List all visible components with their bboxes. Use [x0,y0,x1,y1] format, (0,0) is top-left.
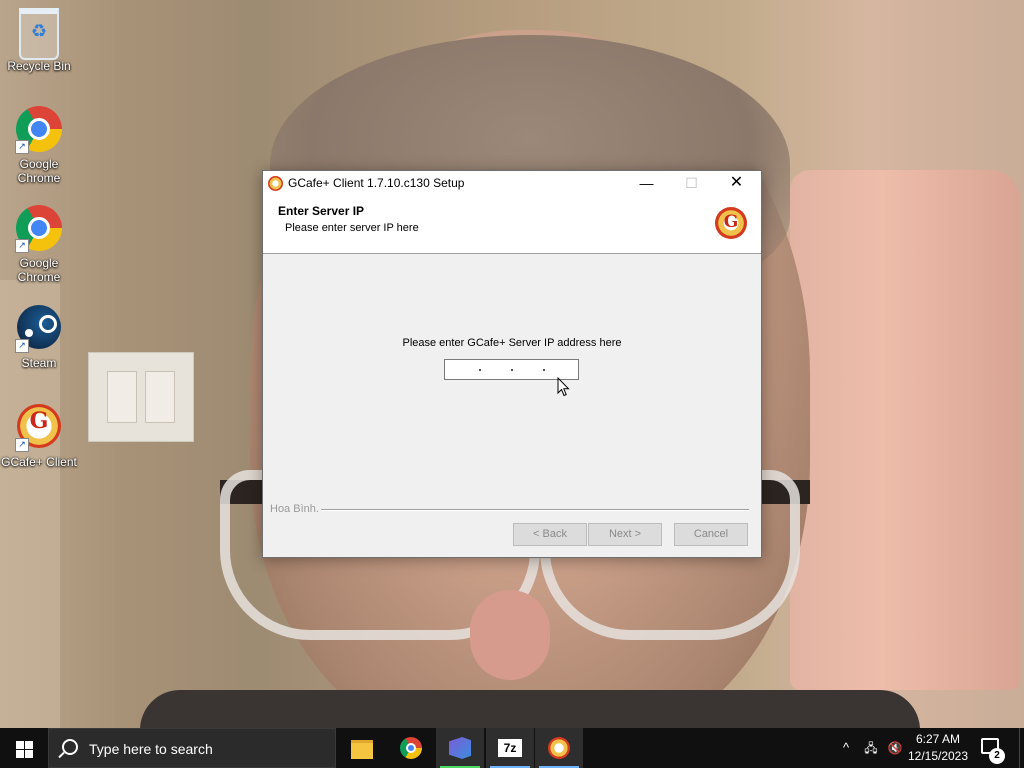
title-bar[interactable]: GCafe+ Client 1.7.10.c130 Setup — ☐ ✕ [263,171,761,195]
back-button[interactable]: < Back [513,523,587,546]
taskbar-search-box[interactable]: Type here to search [48,728,336,768]
show-desktop-button[interactable] [1019,728,1024,768]
page-title: Enter Server IP [278,204,365,218]
desktop-icon-label: Google Chrome [17,157,61,185]
ip-separator [479,369,481,371]
desktop-icon-recycle-bin[interactable]: ♻ Recycle Bin [1,8,77,73]
taskbar-app-file-explorer[interactable] [338,728,386,768]
ip-separator [511,369,513,371]
taskbar-clock[interactable]: 6:27 AM 12/15/2023 [905,731,971,765]
gcafe-icon [268,176,283,191]
desktop-icon-label: Google Chrome [17,256,61,284]
close-button[interactable]: ✕ [714,171,759,195]
clock-date: 12/15/2023 [907,749,969,763]
recycle-bin-icon: ♻ [19,8,59,60]
taskbar-app-visual-studio[interactable] [436,728,484,768]
page-header: Enter Server IP Please enter server IP h… [263,195,761,254]
file-explorer-icon [351,740,373,759]
shortcut-arrow-icon: ↗ [15,339,29,353]
desktop-icon-label: GCafe+ Client [1,455,77,469]
7zip-icon: 7z [498,739,522,757]
clock-time: 6:27 AM [915,732,961,746]
windows-logo-icon [16,741,24,749]
branding-text: Hoa Bình. [270,503,319,515]
desktop-icon-gcafe[interactable]: G ↗ GCafe+ Client [1,404,77,469]
divider [321,509,749,511]
window-title: GCafe+ Client 1.7.10.c130 Setup [288,176,465,190]
gcafe-icon [548,737,570,759]
next-button[interactable]: Next > [588,523,662,546]
taskbar-app-7zip[interactable]: 7z [486,728,534,768]
desktop-icon-label: Recycle Bin [7,59,71,73]
taskbar: Type here to search 7z ^ 🖧 🔇 6:27 AM 12/… [0,728,1024,768]
chrome-icon [400,737,422,759]
maximize-button: ☐ [685,175,698,191]
desktop-icon-label: Steam [21,356,57,370]
ip-separator [543,369,545,371]
desktop-icon-chrome[interactable]: ↗ Google Chrome [1,106,77,185]
minimize-button[interactable]: — [624,171,669,195]
shortcut-arrow-icon: ↗ [15,239,29,253]
taskbar-app-gcafe[interactable] [535,728,583,768]
tray-overflow-chevron-icon[interactable]: ^ [836,728,856,768]
search-placeholder: Type here to search [89,741,213,757]
ip-prompt-label: Please enter GCafe+ Server IP address he… [402,337,622,349]
gcafe-logo-icon: G [715,207,747,239]
desktop-icon-chrome-2[interactable]: ↗ Google Chrome [1,205,77,284]
shortcut-arrow-icon: ↗ [15,438,29,452]
visual-studio-icon [449,737,471,759]
setup-window: GCafe+ Client 1.7.10.c130 Setup — ☐ ✕ En… [262,170,762,558]
page-subtitle: Please enter server IP here [285,222,419,234]
network-icon[interactable]: 🖧 [860,728,882,768]
volume-muted-icon[interactable]: 🔇 [884,728,906,768]
notification-count-badge: 2 [989,748,1005,764]
taskbar-app-chrome[interactable] [387,728,435,768]
search-icon [62,739,78,755]
shortcut-arrow-icon: ↗ [15,140,29,154]
start-button[interactable] [0,728,48,768]
cancel-button[interactable]: Cancel [674,523,748,546]
desktop-icon-steam[interactable]: ↗ Steam [1,305,77,370]
